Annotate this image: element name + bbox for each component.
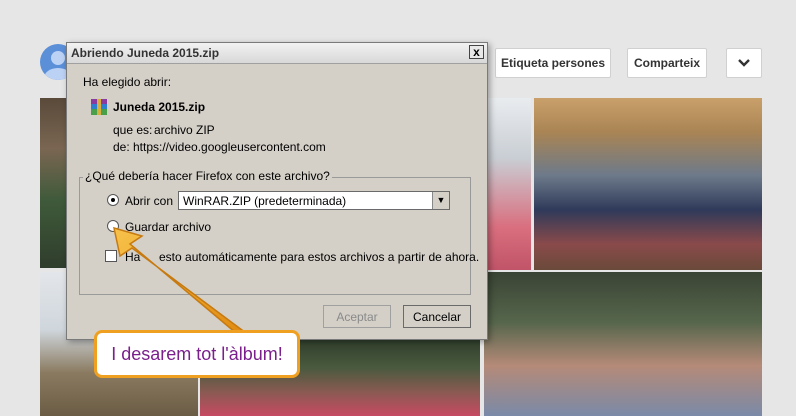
annotation-callout: I desarem tot l'àlbum! [94, 330, 300, 378]
